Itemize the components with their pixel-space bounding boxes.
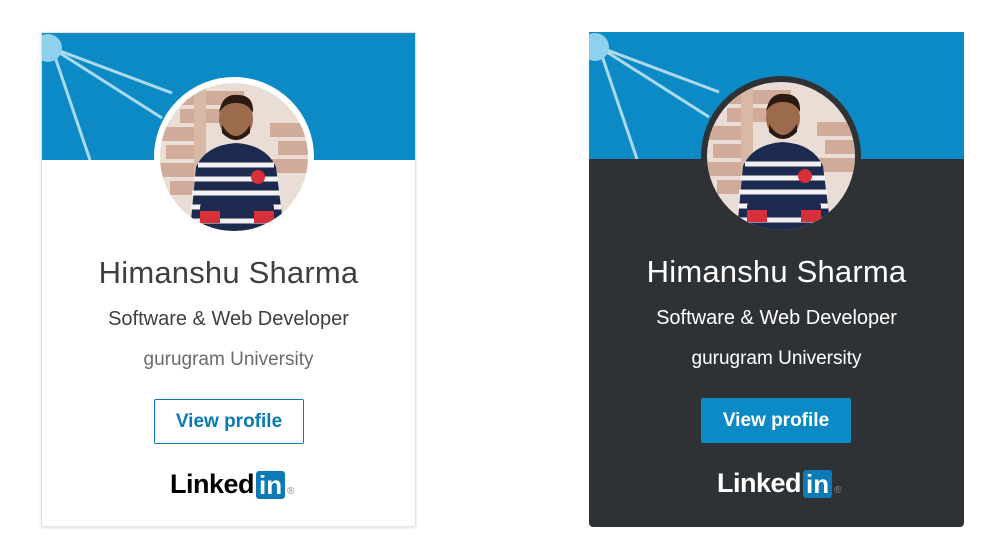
- linkedin-in-icon: in: [256, 471, 286, 499]
- profile-card-dark: Himanshu Sharma Software & Web Developer…: [589, 32, 964, 527]
- avatar-ring: [154, 77, 314, 237]
- linkedin-wordmark: Linked: [170, 469, 255, 499]
- registered-mark: ®: [834, 485, 842, 496]
- profile-school: gurugram University: [691, 348, 862, 369]
- registered-mark: ®: [287, 486, 295, 497]
- avatar: [160, 83, 308, 231]
- profile-name: Himanshu Sharma: [98, 255, 359, 290]
- linkedin-wordmark: Linked: [717, 468, 802, 498]
- view-profile-button[interactable]: View profile: [154, 399, 304, 444]
- linkedin-logo[interactable]: Linked in ®: [717, 466, 842, 498]
- profile-card-light: Himanshu Sharma Software & Web Developer…: [41, 32, 416, 527]
- view-profile-button[interactable]: View profile: [701, 398, 851, 443]
- avatar-ring: [701, 76, 861, 236]
- linkedin-in-icon: in: [803, 470, 833, 498]
- profile-name: Himanshu Sharma: [646, 254, 907, 289]
- profile-school: gurugram University: [143, 349, 314, 370]
- linkedin-logo[interactable]: Linked in ®: [170, 467, 295, 499]
- avatar: [707, 82, 855, 230]
- profile-headline: Software & Web Developer: [656, 307, 897, 329]
- profile-headline: Software & Web Developer: [108, 308, 349, 330]
